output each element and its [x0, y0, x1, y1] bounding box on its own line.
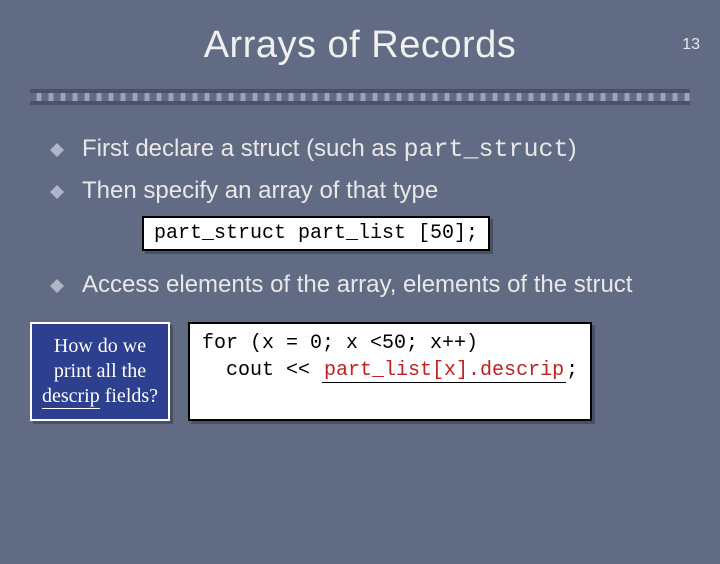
callout-line: print all the [38, 359, 162, 384]
bullet-text: Access elements of the array, elements o… [82, 269, 670, 300]
diamond-icon [50, 143, 64, 157]
callout-line: descrip fields? [38, 384, 162, 409]
callout-box: How do we print all the descrip fields? [30, 322, 170, 421]
divider-bar [30, 89, 690, 105]
bullet-text: First declare a struct (such as part_str… [82, 133, 670, 167]
bullet-item: First declare a struct (such as part_str… [50, 133, 670, 167]
code-block-array-decl: part_struct part_list [50]; [142, 216, 670, 251]
code-line-suffix: ; [566, 359, 578, 382]
text-span: ) [568, 135, 576, 162]
bullet-item: Access elements of the array, elements o… [50, 269, 670, 300]
callout-line: How do we [38, 334, 162, 359]
diamond-icon [50, 279, 64, 293]
page-number: 13 [682, 36, 700, 54]
code-line: for (x = 0; x <50; x++) [202, 332, 478, 355]
underlined-word: descrip [42, 385, 100, 409]
text-span: fields? [100, 385, 158, 407]
code-line-prefix: cout << [202, 359, 322, 382]
diamond-icon [50, 185, 64, 199]
code-block-loop: for (x = 0; x <50; x++) cout << part_lis… [188, 322, 592, 421]
text-span: First declare a struct (such as [82, 135, 403, 162]
code-text: part_struct part_list [50]; [142, 216, 490, 251]
bullet-text: Then specify an array of that type [82, 175, 670, 206]
bullet-item: Then specify an array of that type [50, 175, 670, 206]
bottom-row: How do we print all the descrip fields? … [30, 322, 670, 421]
code-fill-in: part_list[x].descrip [322, 359, 566, 383]
slide-title: Arrays of Records [0, 24, 720, 67]
content-area: First declare a struct (such as part_str… [0, 133, 720, 421]
code-inline: part_struct [403, 135, 568, 164]
